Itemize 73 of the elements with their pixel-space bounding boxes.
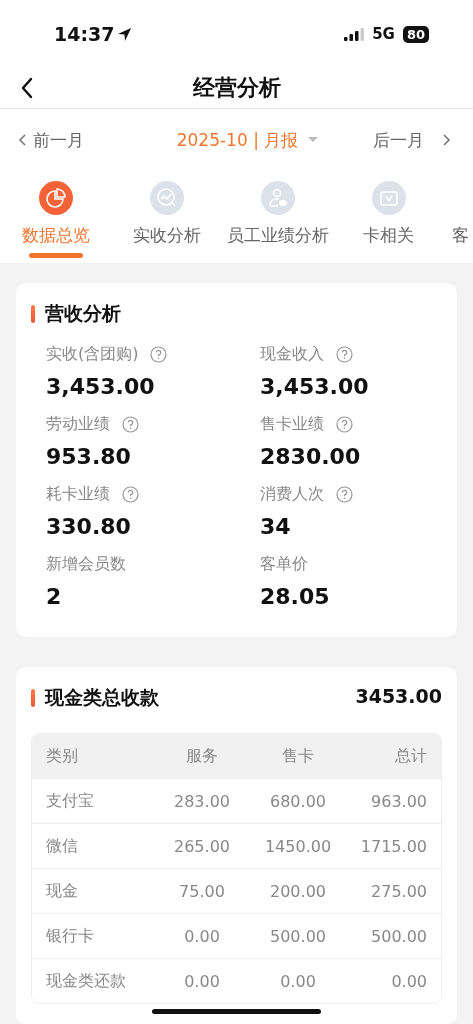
column-header: 售卡 [281,745,315,767]
total-amount: 3453.00 [355,685,442,707]
table-cell-text: 500.00 [269,926,327,946]
metric-label: 消费人次 [260,483,324,505]
metric-label: 实收(含团购) [46,343,139,365]
metric-label: 售卡业绩 [260,413,324,435]
tab[interactable]: 数据总览 [0,171,111,263]
table-cell-text: 0.00 [183,926,221,946]
next-month-button[interactable]: 后一月 [373,128,451,152]
back-icon[interactable] [20,77,34,99]
table-cell-text: 200.00 [269,881,327,901]
location-arrow-icon [117,26,133,42]
table-cell-text: 1450.00 [263,836,333,856]
metric-value: 953.80 [46,443,132,471]
help-icon[interactable] [336,485,353,503]
metric-value: 34 [260,513,292,541]
help-icon[interactable] [336,345,353,363]
help-icon[interactable] [122,485,139,503]
table-cell-text: 0.00 [279,971,317,991]
table-cell-text: 963.00 [370,791,427,811]
section-marker [31,689,35,707]
metric-value: 28.05 [260,583,331,611]
table-cell-text: 银行卡 [46,925,95,947]
battery-indicator: 80 [402,25,429,43]
table-cell-text: 现金 [46,880,79,902]
help-icon[interactable] [336,415,353,433]
section-marker [31,305,35,323]
metric-value: 330.80 [46,513,132,541]
tab[interactable]: 卡相关 [333,171,444,263]
table-cell-text: 275.00 [370,881,427,901]
table-cell-text: 680.00 [269,791,327,811]
table-cell-text: 265.00 [173,836,231,856]
section-title: 营收分析 [45,301,121,326]
previous-month-button[interactable]: 前一月 [18,128,84,152]
metric-value: 3,453.00 [260,373,370,401]
active-tab-indicator [28,253,83,258]
network-label: 5G [372,25,395,43]
column-header: 总计 [394,745,427,767]
metric-value: 3,453.00 [46,373,156,401]
table-cell-text: 1715.00 [359,836,427,856]
metric-label: 现金收入 [260,343,324,365]
metric-label: 耗卡业绩 [46,483,110,505]
page-title: 经营分析 [192,74,281,102]
section-title: 现金类总收款 [45,685,159,710]
chevron-left-icon [18,133,27,147]
metric-value: 2 [46,583,63,611]
table-cell-text: 现金类还款 [46,970,127,992]
metric-label: 新增会员数 [46,553,126,575]
table-cell-text: 0.00 [183,971,221,991]
column-header: 类别 [46,745,79,767]
table-cell-text: 283.00 [173,791,231,811]
metric-value: 2830.00 [260,443,362,471]
tab[interactable]: 实收分析 [111,171,222,263]
metric-label: 客单价 [260,553,308,575]
status-time: 14:37 [54,23,115,45]
table-cell-text: 微信 [46,835,79,857]
trend-search-icon [149,181,184,215]
column-header: 服务 [185,745,219,767]
chevron-right-icon [442,133,451,147]
caret-icon [308,137,319,143]
signal-icon [344,27,365,41]
help-icon[interactable] [150,345,168,363]
table-cell-text: 500.00 [370,926,427,946]
table-cell-text: 0.00 [390,971,427,991]
tab[interactable]: 客 [444,171,473,263]
help-icon[interactable] [122,415,139,433]
card-icon [371,181,406,215]
metric-label: 劳动业绩 [46,413,110,435]
person-icon [260,181,295,215]
table-cell-text: 75.00 [178,881,226,901]
pie-chart-icon [38,181,73,215]
table-cell-text: 支付宝 [46,790,95,812]
tab[interactable]: 员工业绩分析 [222,171,333,263]
